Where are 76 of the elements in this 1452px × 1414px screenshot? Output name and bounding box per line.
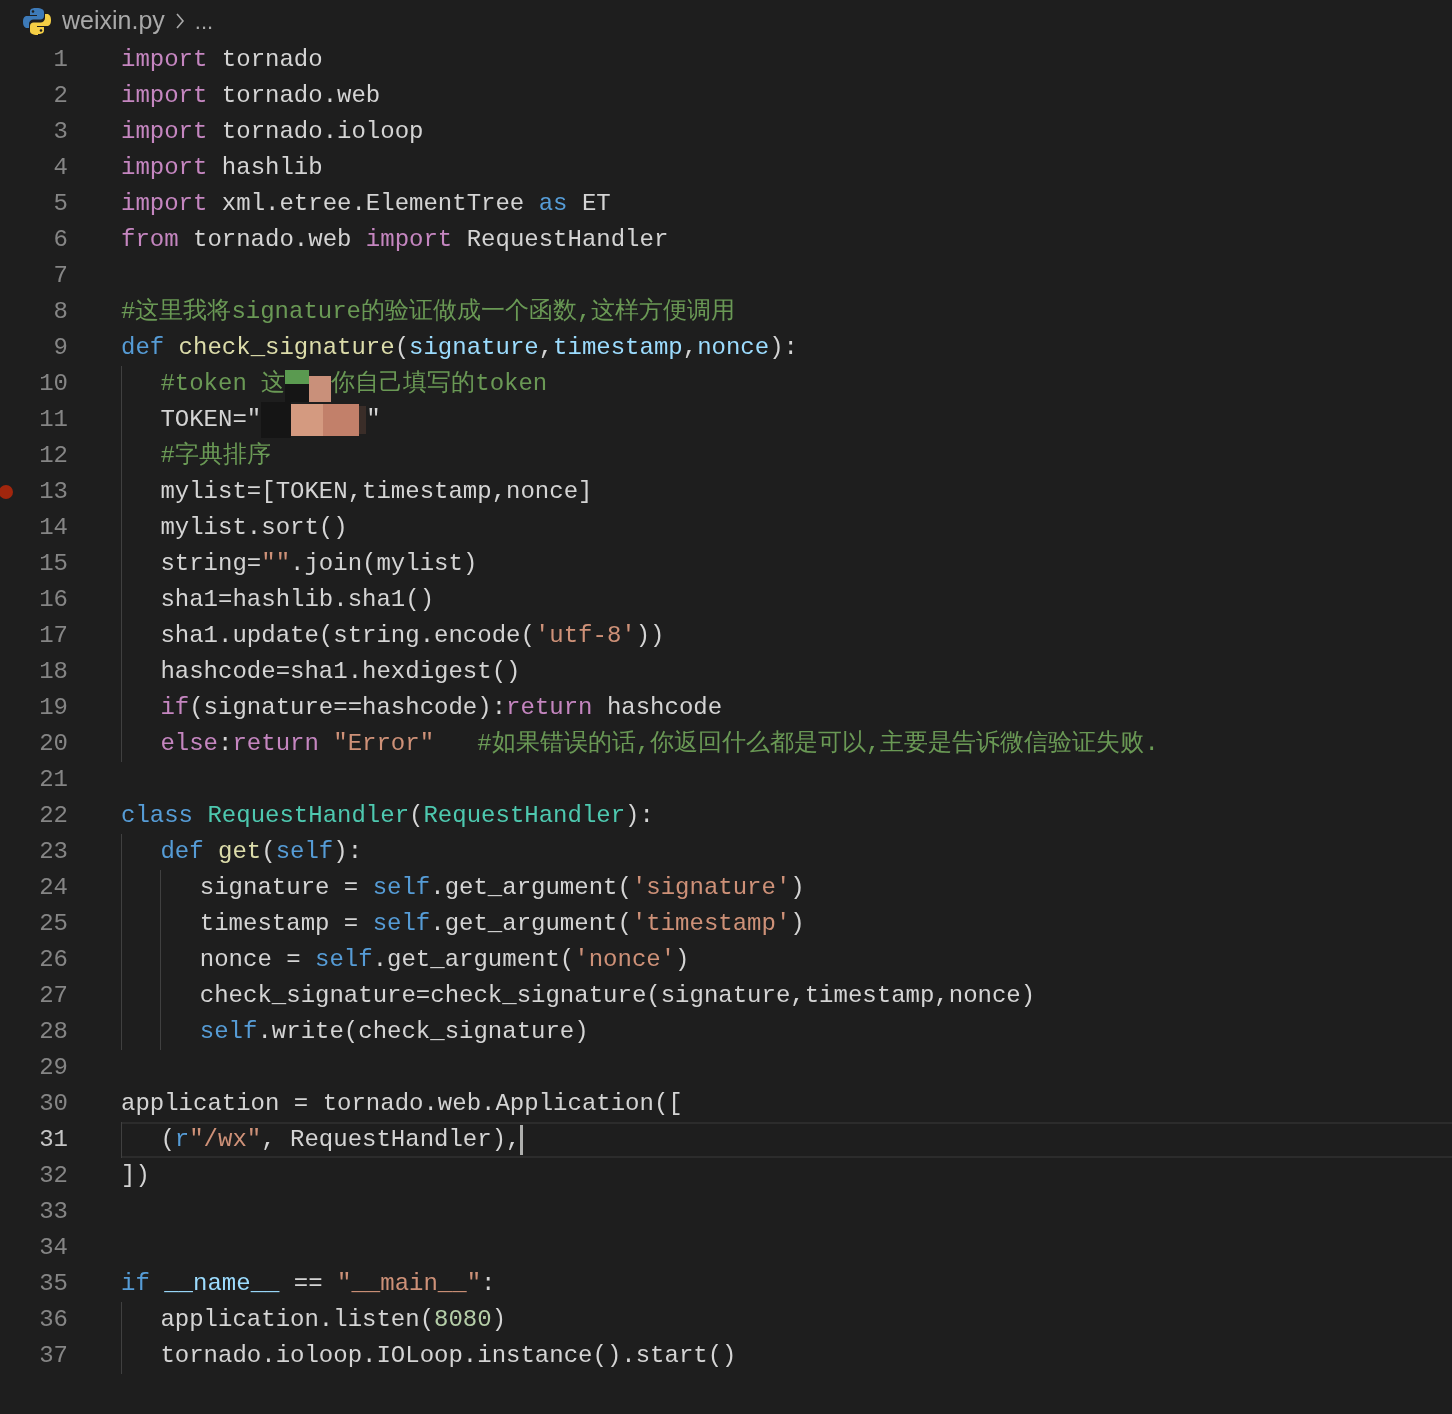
breadcrumb-more[interactable]: ... [194,4,214,38]
code-line: sha1=hashlib.sha1() [160,585,435,615]
code-line: mylist.sort() [160,513,348,543]
line-number: 36 [39,1305,68,1335]
line-number: 22 [39,801,68,831]
code-text: TOKEN=" [160,405,262,435]
line-number: 12 [39,441,68,471]
code-line: #这里我将signature的验证做成一个函数,这样方便调用 [121,296,736,327]
line-number: 27 [39,981,68,1011]
line-number: 10 [39,369,68,399]
line-number: 5 [53,189,68,219]
code-line: from tornado.web import RequestHandler [121,225,669,255]
code-line: self.write(check_signature) [199,1017,589,1047]
line-number: 7 [53,261,68,291]
code-line: import tornado.web [121,81,381,111]
line-number: 23 [39,837,68,867]
code-line: def check_signature(signature,timestamp,nonce): [121,333,798,363]
line-number: 28 [39,1017,68,1047]
line-number: 1 [53,45,68,75]
line-number: 8 [53,297,68,327]
line-number: 19 [39,693,68,723]
code-line: #字典排序 [160,440,271,471]
code-line: import xml.etree.ElementTree as ET [121,189,611,219]
line-number: 29 [39,1053,68,1083]
line-number: 16 [39,585,68,615]
line-number: 6 [53,225,68,255]
code-line: signature = self.get_argument('signature') [199,873,805,903]
line-number: 33 [39,1197,68,1227]
breadcrumb-file[interactable]: weixin.py [62,2,165,40]
code-line: mylist=[TOKEN,timestamp,nonce] [160,477,593,507]
line-number: 4 [53,153,68,183]
line-number: 2 [53,81,68,111]
line-number: 11 [39,405,68,435]
code-line: hashcode=sha1.hexdigest() [160,657,521,687]
code-line: if __name__ == "__main__": [121,1269,496,1299]
line-number: 13 [39,477,68,507]
python-logo-icon [22,6,52,36]
chevron-right-icon [174,11,185,31]
code-line: import hashlib [121,153,323,183]
code-line: check_signature=check_signature(signature,timestamp,nonce) [199,981,1036,1011]
code-line: sha1.update(string.encode('utf-8')) [160,621,665,651]
code-line: import tornado.ioloop [121,117,424,147]
line-number: 26 [39,945,68,975]
line-number: 37 [39,1341,68,1371]
line-number: 14 [39,513,68,543]
text-cursor [520,1125,524,1155]
code-line: if(signature==hashcode):return hashcode [160,693,723,723]
line-number: 3 [53,117,68,147]
line-number: 30 [39,1089,68,1119]
line-number: 34 [39,1233,68,1263]
line-number: 20 [39,729,68,759]
code-line: (r"/wx", RequestHandler), [160,1125,521,1155]
line-number: 15 [39,549,68,579]
code-text: " [366,405,381,435]
code-line: class RequestHandler(RequestHandler): [121,801,654,831]
code-line: ]) [121,1161,150,1191]
code-line: application.listen(8080) [160,1305,507,1335]
line-number: 17 [39,621,68,651]
line-number: 18 [39,657,68,687]
code-text: #token 这 [160,369,286,399]
line-number: 35 [39,1269,68,1299]
line-number: 32 [39,1161,68,1191]
code-line: tornado.ioloop.IOLoop.instance().start() [160,1341,737,1371]
line-number: 21 [39,765,68,795]
code-line: application = tornado.web.Application([ [121,1089,683,1119]
line-number: 31 [39,1125,68,1155]
code-line: else:return "Error" #如果错误的话,你返回什么都是可以,主要是告诉微信验证失败. [160,728,1159,759]
code-line: nonce = self.get_argument('nonce') [199,945,690,975]
code-line: def get(self): [160,837,363,867]
line-number: 9 [53,333,68,363]
line-number: 25 [39,909,68,939]
code-line: timestamp = self.get_argument('timestamp') [199,909,805,939]
code-text: 你自己填写的token [331,369,548,399]
code-line: import tornado [121,45,323,75]
code-line: string="".join(mylist) [160,549,478,579]
line-number: 24 [39,873,68,903]
